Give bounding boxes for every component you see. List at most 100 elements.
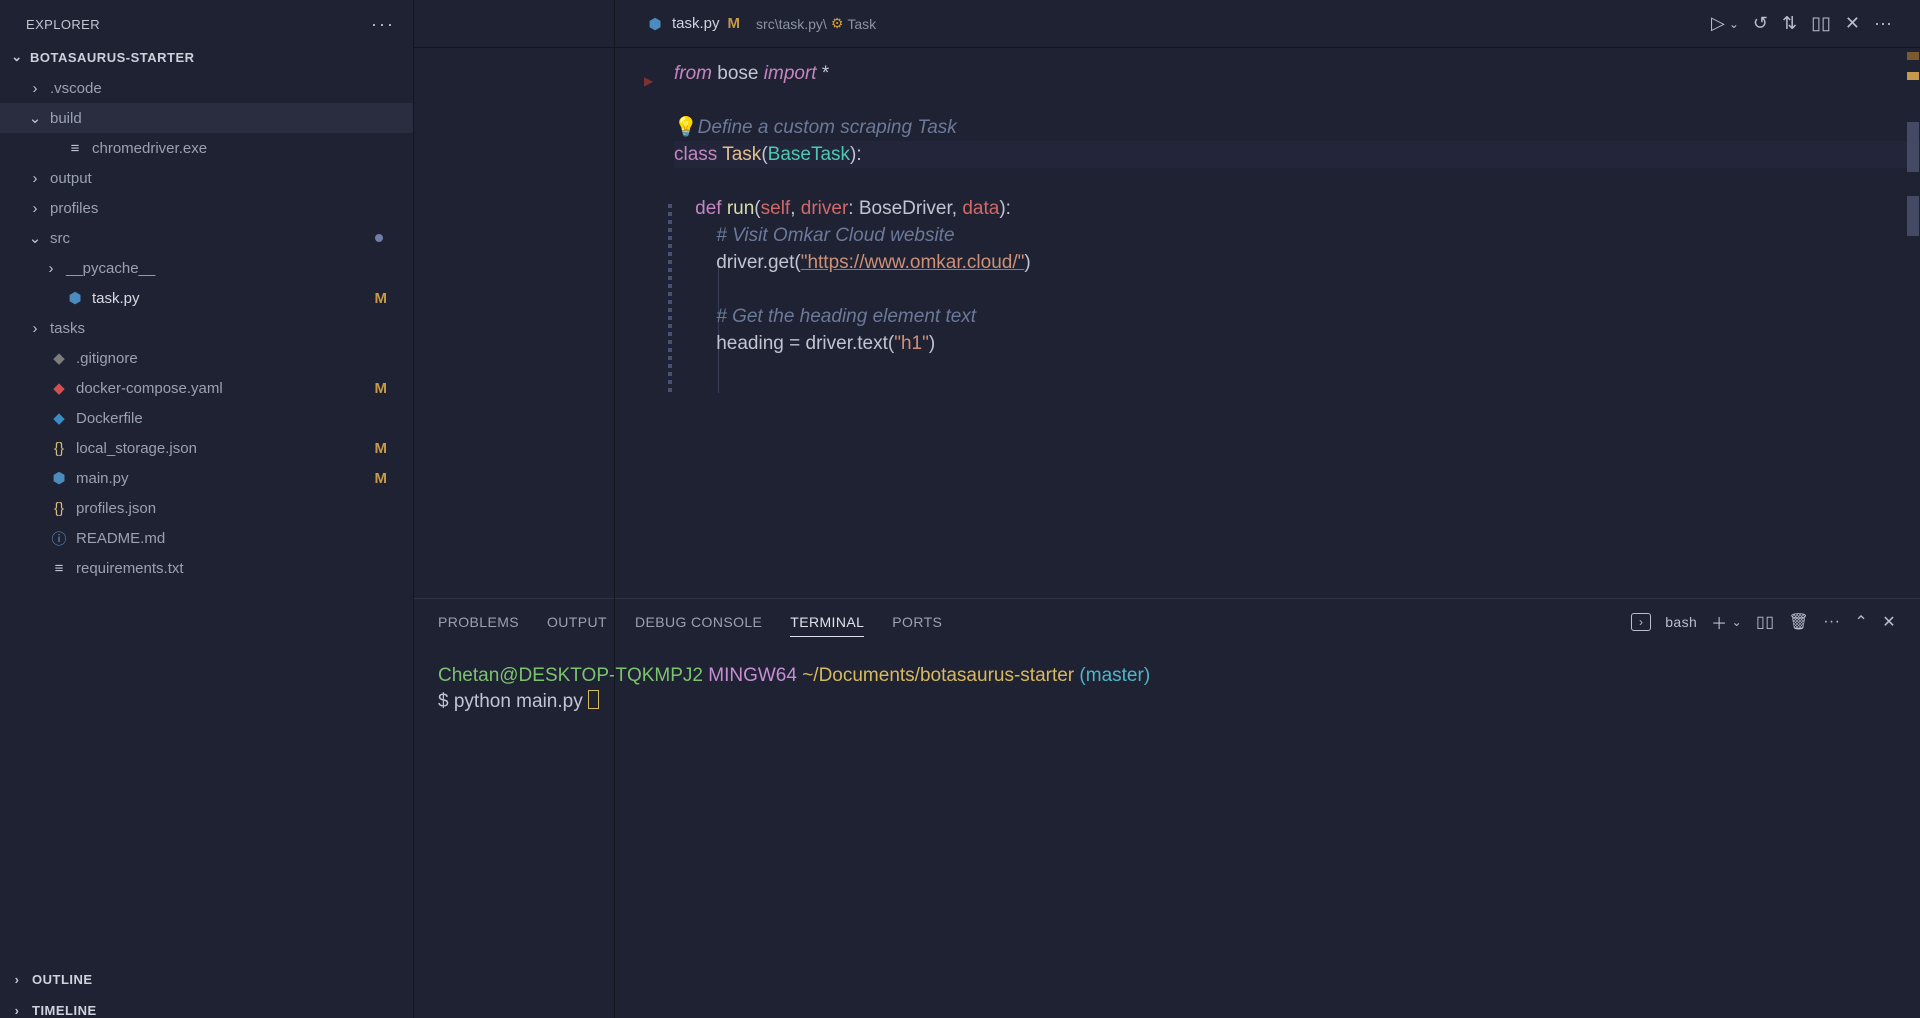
class-icon: ⚙ (831, 15, 844, 32)
folder-output[interactable]: output (0, 163, 413, 193)
folder-.vscode[interactable]: .vscode (0, 73, 413, 103)
split-terminal-icon[interactable]: ▯▯ (1756, 612, 1774, 632)
file-.gitignore[interactable]: ◆ .gitignore (0, 343, 413, 373)
modified-badge: M (375, 290, 388, 307)
file-profiles.json[interactable]: {} profiles.json (0, 493, 413, 523)
editor-pane: ⬢ task.py M src\task.py\ ⚙ Task ▷ ⌄ ↺ ⇅ … (413, 0, 1920, 1018)
run-icon[interactable]: ▷ (1711, 13, 1725, 34)
split-editor-icon[interactable]: ▯▯ (1811, 13, 1831, 34)
py-icon: ⬢ (50, 469, 68, 487)
explorer-root[interactable]: BOTASAURUS-STARTER (0, 41, 413, 73)
item-label: __pycache__ (66, 260, 405, 277)
item-label: task.py (92, 290, 405, 307)
item-label: local_storage.json (76, 440, 405, 457)
panel-tabs: PROBLEMS OUTPUT DEBUG CONSOLE TERMINAL P… (414, 599, 1920, 645)
item-label: requirements.txt (76, 560, 405, 577)
chevron-right-icon (28, 200, 42, 217)
timeline-section[interactable]: TIMELINE (0, 995, 413, 1018)
item-label: .gitignore (76, 350, 405, 367)
chevron-down-icon (10, 49, 24, 65)
panel-tab-ports[interactable]: PORTS (892, 608, 942, 636)
history-icon[interactable]: ↺ (1753, 13, 1768, 34)
file-task.py[interactable]: ⬢ task.pyM (0, 283, 413, 313)
file-requirements.txt[interactable]: ≡ requirements.txt (0, 553, 413, 583)
panel-tab-output[interactable]: OUTPUT (547, 608, 607, 636)
file-local_storage.json[interactable]: {} local_storage.jsonM (0, 433, 413, 463)
item-label: build (50, 110, 405, 127)
panel-tab-problems[interactable]: PROBLEMS (438, 608, 519, 636)
item-label: Dockerfile (76, 410, 405, 427)
panel-tab-debug[interactable]: DEBUG CONSOLE (635, 608, 762, 636)
run-chevron-icon[interactable]: ⌄ (1729, 17, 1739, 31)
bottom-panel: PROBLEMS OUTPUT DEBUG CONSOLE TERMINAL P… (414, 598, 1920, 1018)
item-label: docker-compose.yaml (76, 380, 405, 397)
close-icon[interactable]: ✕ (1845, 13, 1860, 34)
file-tree: .vscode build ≡ chromedriver.exe output profi… (0, 73, 413, 583)
item-label: chromedriver.exe (92, 140, 405, 157)
file-chromedriver.exe[interactable]: ≡ chromedriver.exe (0, 133, 413, 163)
tab-taskpy[interactable]: ⬢ task.py M (634, 0, 752, 47)
py-icon: ⬢ (66, 289, 84, 307)
file-README.md[interactable]: ⓘ README.md (0, 523, 413, 553)
tab-actions: ▷ ⌄ ↺ ⇅ ▯▯ ✕ ··· (1711, 13, 1920, 34)
folder-src[interactable]: src (0, 223, 413, 253)
item-label: profiles (50, 200, 405, 217)
txt-icon: ≡ (66, 139, 84, 157)
json-icon: {} (50, 499, 68, 517)
kill-terminal-icon[interactable]: 🗑 (1788, 612, 1809, 632)
outline-section[interactable]: OUTLINE (0, 964, 413, 995)
minimap[interactable] (1902, 48, 1920, 598)
modified-badge: M (375, 380, 388, 397)
panel-close-icon[interactable]: ✕ (1882, 612, 1896, 632)
explorer-title: EXPLORER (26, 17, 100, 32)
modified-badge: M (375, 470, 388, 487)
more-icon[interactable]: ··· (1874, 13, 1892, 34)
item-label: profiles.json (76, 500, 405, 517)
new-terminal-icon[interactable]: ＋ (1711, 610, 1727, 634)
panel-tab-terminal[interactable]: TERMINAL (790, 608, 864, 637)
explorer-sidebar: EXPLORER ··· BOTASAURUS-STARTER .vscode b… (0, 0, 413, 1018)
file-Dockerfile[interactable]: ◆ Dockerfile (0, 403, 413, 433)
docker-icon: ◆ (50, 409, 68, 427)
file-docker-compose.yaml[interactable]: ◆ docker-compose.yamlM (0, 373, 413, 403)
chevron-right-icon (44, 260, 58, 277)
chevron-right-icon (28, 320, 42, 337)
folder-tasks[interactable]: tasks (0, 313, 413, 343)
chevron-right-icon (28, 80, 42, 97)
file-main.py[interactable]: ⬢ main.pyM (0, 463, 413, 493)
terminal-chevron-icon[interactable]: ⌄ (1732, 615, 1742, 629)
dirty-dot-icon (375, 234, 383, 242)
chevron-right-icon (28, 170, 42, 187)
item-label: README.md (76, 530, 405, 547)
item-label: src (50, 230, 405, 247)
folder-__pycache__[interactable]: __pycache__ (0, 253, 413, 283)
panel-more-icon[interactable]: ··· (1823, 613, 1840, 631)
folder-build[interactable]: build (0, 103, 413, 133)
terminal-profile-icon[interactable]: › (1631, 613, 1651, 631)
json-icon: {} (50, 439, 68, 457)
yaml-icon: ◆ (50, 379, 68, 397)
breadcrumb[interactable]: src\task.py\ ⚙ Task (756, 15, 876, 32)
item-label: tasks (50, 320, 405, 337)
item-label: main.py (76, 470, 405, 487)
panel-maximize-icon[interactable]: ⌃ (1854, 612, 1868, 632)
terminal-profile-name[interactable]: bash (1665, 614, 1697, 630)
lightbulb-icon[interactable]: 💡 (674, 117, 698, 138)
terminal[interactable]: Chetan@DESKTOP-TQKMPJ2 MINGW64 ~/Documen… (414, 645, 1920, 1018)
explorer-root-label: BOTASAURUS-STARTER (30, 50, 195, 65)
folder-profiles[interactable]: profiles (0, 193, 413, 223)
modified-badge: M (375, 440, 388, 457)
item-label: output (50, 170, 405, 187)
chevron-down-icon (28, 109, 42, 127)
explorer-more-icon[interactable]: ··· (371, 14, 395, 35)
editor[interactable]: ▶ from bose import * 💡Define a custom sc… (414, 48, 1920, 598)
compare-icon[interactable]: ⇅ (1782, 13, 1797, 34)
git-icon: ◆ (50, 349, 68, 367)
txt-icon: ≡ (50, 559, 68, 577)
item-label: .vscode (50, 80, 405, 97)
md-icon: ⓘ (50, 529, 68, 547)
chevron-right-icon (10, 1003, 24, 1018)
tab-modified-badge: M (728, 15, 741, 32)
tab-filename: task.py (672, 15, 720, 32)
breakpoint-icon[interactable]: ▶ (644, 68, 653, 95)
